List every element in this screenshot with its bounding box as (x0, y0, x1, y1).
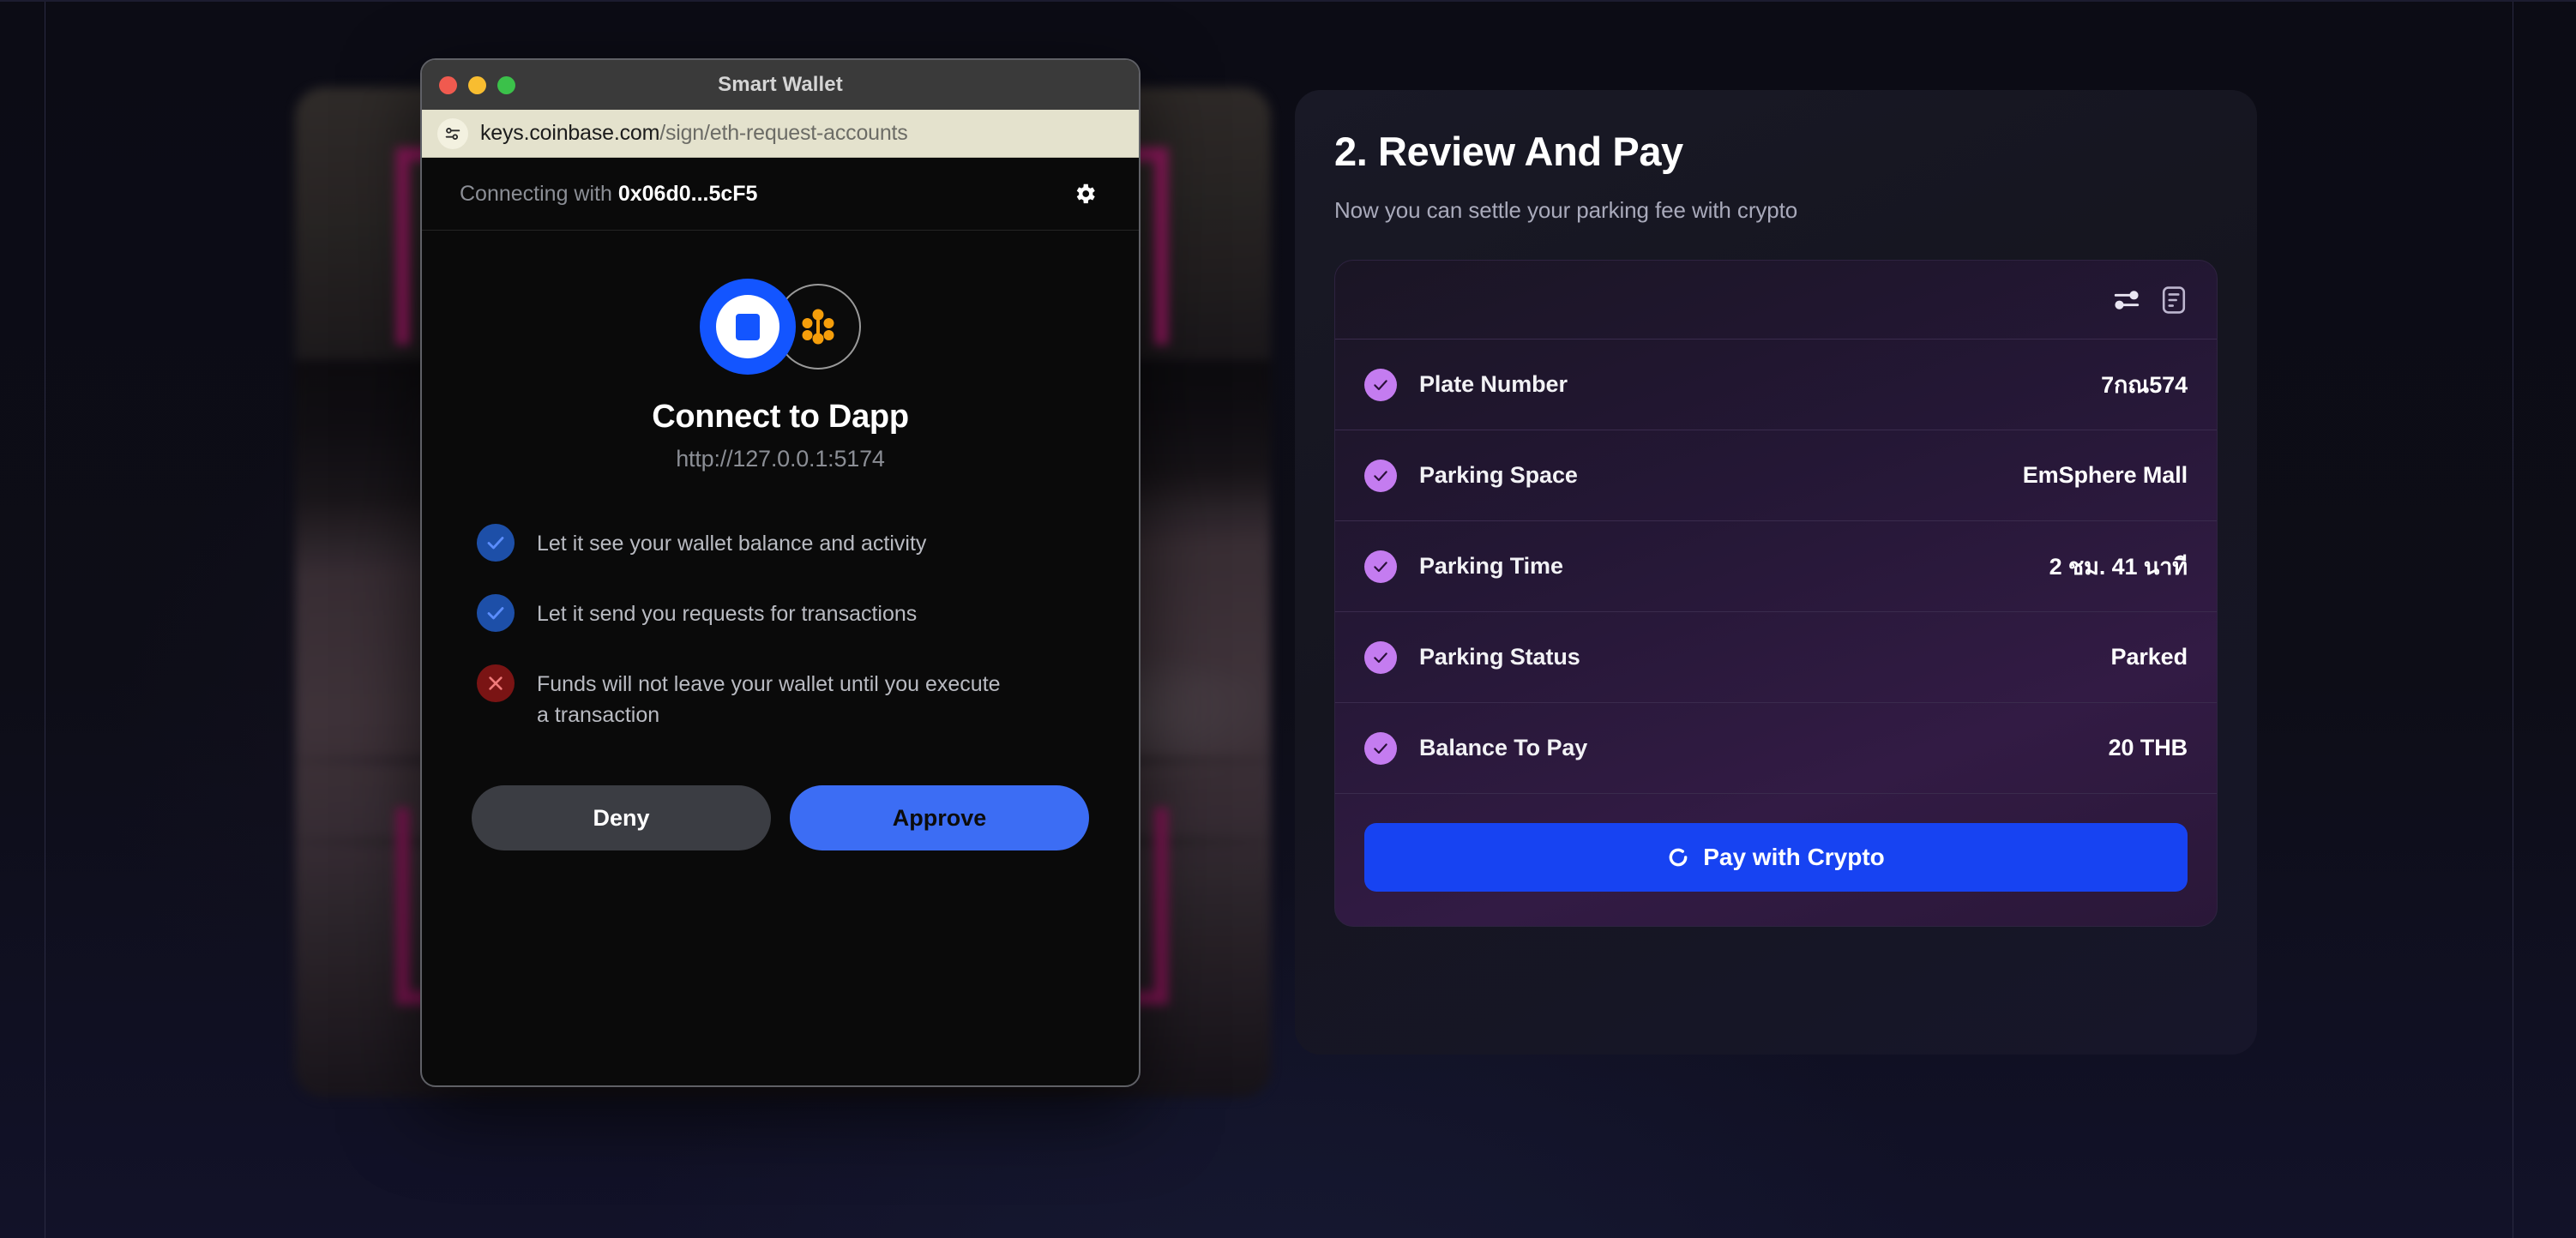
table-row: Parking Time 2 ชม. 41 นาที (1335, 521, 2217, 612)
check-circle-icon (1364, 550, 1397, 583)
row-value: 20 THB (2108, 735, 2188, 760)
window-titlebar[interactable]: Smart Wallet (422, 60, 1139, 110)
permission-label: Let it see your wallet balance and activ… (537, 532, 927, 556)
pay-button-wrap: Pay with Crypto (1335, 794, 2217, 926)
page-title: 2. Review And Pay (1334, 129, 1683, 174)
table-row: Parking Space EmSphere Mall (1335, 430, 2217, 521)
sliders-icon[interactable] (2112, 285, 2141, 315)
coinbase-wallet-icon (700, 279, 796, 375)
table-row: Parking Status Parked (1335, 612, 2217, 703)
check-icon (477, 594, 515, 632)
parking-details-card: Plate Number 7กณ574 Parking Space EmSphe… (1334, 260, 2218, 927)
zoom-button[interactable] (497, 75, 515, 94)
app-root: Smart Wallet keys.coinbase.com/sign/eth-… (0, 0, 2576, 1238)
modal-actions: Deny Approve (472, 763, 1089, 850)
permission-list: Let it see your wallet balance and activ… (472, 524, 1089, 730)
pay-with-crypto-button[interactable]: Pay with Crypto (1364, 823, 2188, 892)
connected-address: 0x06d0...5cF5 (617, 181, 758, 206)
row-label: Plate Number (1419, 371, 1568, 397)
smart-wallet-window: Smart Wallet keys.coinbase.com/sign/eth-… (420, 58, 1141, 1087)
address-bar-url: keys.coinbase.com/sign/eth-request-accou… (480, 121, 908, 146)
approve-button[interactable]: Approve (790, 785, 1089, 850)
row-label: Parking Status (1419, 644, 1580, 670)
connection-avatars (472, 279, 1089, 375)
address-bar[interactable]: keys.coinbase.com/sign/eth-request-accou… (422, 110, 1139, 158)
row-label: Balance To Pay (1419, 735, 1588, 760)
check-circle-icon (1364, 640, 1397, 674)
check-circle-icon (1364, 459, 1397, 492)
check-circle-icon (1364, 368, 1397, 401)
deny-button[interactable]: Deny (472, 785, 771, 850)
details-card-header (1335, 261, 2217, 340)
connecting-prefix: Connecting with (460, 181, 612, 206)
review-panel-inner: 2. Review And Pay Now you can settle you… (1295, 90, 2257, 965)
table-row: Plate Number 7กณ574 (1335, 340, 2217, 430)
gear-icon[interactable] (1068, 177, 1101, 210)
connecting-with-bar: Connecting with 0x06d0...5cF5 (422, 158, 1139, 231)
row-label: Parking Space (1419, 462, 1578, 488)
permission-item: Funds will not leave your wallet until y… (477, 664, 1084, 730)
window-title: Smart Wallet (718, 73, 843, 96)
dapp-title: Connect to Dapp (652, 399, 909, 435)
address-path: /sign/eth-request-accounts (659, 121, 908, 145)
check-circle-icon (1364, 731, 1397, 765)
window-traffic-lights (439, 60, 515, 110)
receipt-icon[interactable] (2160, 285, 2188, 315)
page-subtitle: Now you can settle your parking fee with… (1334, 197, 1798, 223)
dapp-url: http://127.0.0.1:5174 (676, 446, 885, 472)
permission-label: Funds will not leave your wallet until y… (537, 672, 1001, 727)
x-icon (477, 664, 515, 702)
permission-item: Let it see your wallet balance and activ… (477, 524, 1084, 562)
table-row: Balance To Pay 20 THB (1335, 703, 2217, 794)
spinner-icon (1667, 846, 1689, 868)
minimize-button[interactable] (468, 75, 486, 94)
permission-item: Let it send you requests for transaction… (477, 594, 1084, 632)
pay-button-label: Pay with Crypto (1703, 844, 1885, 870)
row-value: 2 ชม. 41 นาที (2049, 554, 2188, 580)
row-value: EmSphere Mall (2022, 462, 2188, 488)
check-icon (477, 524, 515, 562)
row-label: Parking Time (1419, 553, 1563, 579)
address-host: keys.coinbase.com (480, 121, 660, 145)
wallet-modal-body: Connect to Dapp http://127.0.0.1:5174 Le… (422, 231, 1139, 850)
close-button[interactable] (439, 75, 457, 94)
row-value: Parked (2110, 644, 2188, 670)
review-and-pay-panel: 2. Review And Pay Now you can settle you… (1295, 90, 2257, 1055)
permission-label: Let it send you requests for transaction… (537, 602, 918, 626)
site-settings-icon[interactable] (437, 117, 468, 149)
connecting-with-label: Connecting with 0x06d0...5cF5 (460, 182, 757, 207)
top-hairline (0, 0, 2576, 2)
row-value: 7กณ574 (2101, 372, 2188, 398)
